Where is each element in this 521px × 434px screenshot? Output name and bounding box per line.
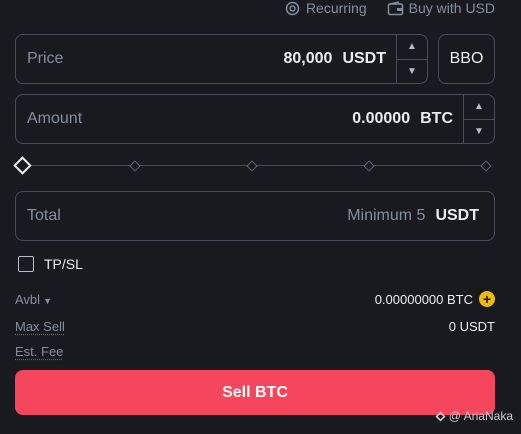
total-value-group: Minimum 5 USDT bbox=[347, 207, 479, 225]
chevron-up-icon: ▲ bbox=[474, 101, 484, 113]
amount-slider[interactable] bbox=[13, 156, 495, 176]
sell-btc-button[interactable]: Sell BTC bbox=[15, 370, 495, 415]
total-placeholder: Minimum 5 bbox=[347, 207, 426, 224]
tpsl-checkbox[interactable] bbox=[18, 256, 34, 272]
est-fee-row: Est. Fee bbox=[15, 342, 495, 360]
price-increment-button[interactable]: ▲ bbox=[397, 35, 427, 59]
price-value-group: 80,000 USDT bbox=[284, 50, 387, 68]
watermark-text: @ AriaNaka bbox=[448, 409, 513, 423]
watermark: @ AriaNaka bbox=[435, 409, 513, 423]
slider-tick-2[interactable] bbox=[246, 160, 258, 172]
amount-unit: BTC bbox=[420, 110, 453, 127]
buy-with-usd-label: Buy with USD bbox=[408, 0, 495, 16]
amount-decrement-button[interactable]: ▼ bbox=[464, 118, 494, 144]
recurring-label: Recurring bbox=[305, 0, 367, 16]
price-decrement-button[interactable]: ▼ bbox=[397, 58, 427, 84]
total-field[interactable]: Total Minimum 5 USDT bbox=[15, 191, 495, 241]
bbo-button[interactable]: BBO bbox=[438, 34, 495, 84]
tpsl-label: TP/SL bbox=[44, 256, 83, 272]
amount-value[interactable]: 0.00000 bbox=[352, 110, 410, 128]
recurring-link[interactable]: Recurring bbox=[284, 0, 367, 16]
tpsl-toggle[interactable]: TP/SL bbox=[18, 256, 83, 272]
avbl-value: 0.00000000 BTC bbox=[374, 291, 473, 307]
slider-tick-1[interactable] bbox=[129, 160, 141, 172]
amount-value-group: 0.00000 BTC bbox=[352, 110, 453, 128]
max-sell-label[interactable]: Max Sell bbox=[15, 319, 65, 334]
binance-logo-icon bbox=[435, 410, 446, 422]
price-unit: USDT bbox=[342, 50, 386, 67]
amount-label: Amount bbox=[27, 110, 83, 127]
buy-with-usd-link[interactable]: Buy with USD bbox=[387, 0, 495, 16]
avbl-dropdown[interactable]: Avbl ▼ bbox=[15, 292, 52, 307]
amount-field[interactable]: Amount 0.00000 BTC ▲ ▼ bbox=[15, 94, 495, 144]
slider-handle[interactable] bbox=[13, 156, 32, 175]
total-label: Total bbox=[27, 207, 61, 224]
trade-panel: Recurring Buy with USD Price 80,000 USDT… bbox=[0, 0, 521, 434]
chevron-down-icon: ▼ bbox=[474, 125, 484, 137]
price-field[interactable]: Price 80,000 USDT ▲ ▼ bbox=[15, 34, 428, 84]
chevron-down-icon: ▼ bbox=[407, 65, 417, 77]
price-label: Price bbox=[27, 50, 64, 67]
max-sell-row: Max Sell 0 USDT bbox=[15, 317, 495, 335]
total-unit: USDT bbox=[435, 207, 479, 224]
recurring-icon bbox=[285, 1, 300, 15]
est-fee-label[interactable]: Est. Fee bbox=[15, 344, 63, 359]
price-stepper: ▲ ▼ bbox=[396, 35, 427, 83]
avbl-label: Avbl bbox=[15, 291, 41, 307]
slider-tick-4[interactable] bbox=[480, 160, 492, 172]
top-links: Recurring Buy with USD bbox=[284, 0, 495, 16]
price-value[interactable]: 80,000 bbox=[284, 50, 333, 68]
avbl-value-group: 0.00000000 BTC + bbox=[375, 291, 495, 307]
caret-down-icon: ▼ bbox=[43, 295, 52, 306]
chevron-up-icon: ▲ bbox=[407, 41, 417, 53]
max-sell-value: 0 USDT bbox=[448, 318, 495, 334]
add-funds-icon[interactable]: + bbox=[479, 291, 495, 307]
amount-increment-button[interactable]: ▲ bbox=[464, 95, 494, 119]
slider-tick-3[interactable] bbox=[363, 160, 375, 172]
wallet-icon bbox=[387, 0, 403, 15]
avbl-row: Avbl ▼ 0.00000000 BTC + bbox=[15, 290, 495, 308]
amount-stepper: ▲ ▼ bbox=[463, 95, 494, 143]
